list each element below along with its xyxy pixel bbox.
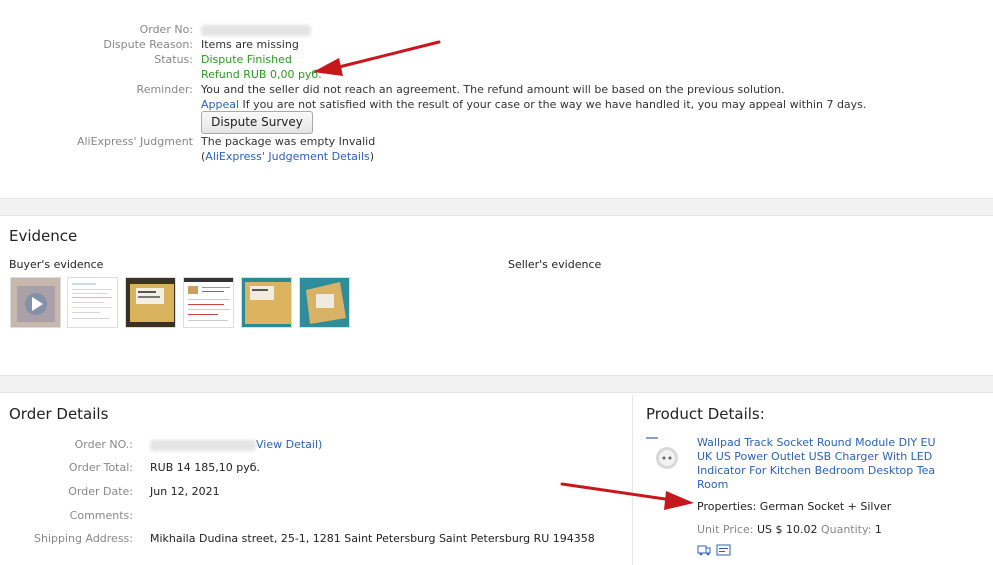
product-properties: Properties: German Socket + Silver: [697, 500, 891, 513]
dispute-reason-value: Items are missing: [201, 38, 299, 51]
buyer-evidence-package-photo-1[interactable]: [125, 277, 176, 328]
order-screenshot-icon: [184, 278, 233, 321]
evidence-title: Evidence: [9, 227, 78, 245]
socket-product-icon: [646, 437, 678, 469]
shipping-address-value: Mikhaila Dudina street, 25-1, 1281 Saint…: [150, 532, 595, 545]
judgment-details-link[interactable]: AliExpress' Judgement Details: [205, 150, 369, 163]
quantity-label: Quantity:: [817, 523, 875, 536]
dispute-reason-row: Dispute Reason: Items are missing: [0, 37, 993, 52]
buyer-evidence-package-photo-3[interactable]: [299, 277, 350, 328]
buyer-evidence-label: Buyer's evidence: [9, 258, 104, 271]
product-action-icons: [697, 543, 733, 557]
order-no-detail-value: View Detail): [150, 437, 322, 452]
view-detail-link[interactable]: View Detail): [256, 438, 322, 451]
buyer-evidence-package-photo-2[interactable]: [241, 277, 292, 328]
package-photo-icon: [300, 278, 349, 327]
judgment-row: AliExpress' Judgment The package was emp…: [0, 134, 993, 149]
properties-label: Properties:: [697, 500, 760, 513]
shipping-snapshot-icons: [697, 544, 731, 556]
seller-evidence-label: Seller's evidence: [508, 258, 602, 271]
product-thumbnail[interactable]: [646, 437, 688, 477]
appeal-line: Appeal If you are not satisfied with the…: [201, 97, 866, 112]
product-price-quantity: Unit Price: US $ 10.02 Quantity: 1: [697, 523, 882, 536]
order-no-detail-label: Order NO.:: [74, 438, 133, 451]
reminder-row: Reminder: You and the seller did not rea…: [0, 82, 993, 97]
status-row: Status: Dispute Finished: [0, 52, 993, 67]
comments-label: Comments:: [69, 509, 133, 522]
dispute-reason-label: Dispute Reason:: [103, 38, 193, 51]
paren-close: ): [369, 150, 375, 163]
package-photo-icon: [126, 278, 175, 327]
reminder-label: Reminder:: [136, 83, 193, 96]
section-divider: [0, 375, 993, 393]
judgment-text: The package was empty Invalid: [201, 135, 376, 148]
order-total-value: RUB 14 185,10 руб.: [150, 461, 260, 474]
shipping-address-label: Shipping Address:: [34, 532, 133, 545]
order-total-label: Order Total:: [68, 461, 133, 474]
document-screenshot-icon: [72, 283, 112, 319]
buyer-evidence-video-thumbnail[interactable]: [10, 277, 61, 328]
status-value: Dispute Finished: [201, 53, 292, 66]
product-title-link[interactable]: Wallpad Track Socket Round Module DIY EU…: [697, 436, 937, 492]
buyer-evidence-screenshot-2[interactable]: [183, 277, 234, 328]
properties-value: German Socket + Silver: [759, 500, 892, 513]
judgment-label: AliExpress' Judgment: [76, 135, 193, 148]
reminder-text: You and the seller did not reach an agre…: [201, 83, 785, 96]
order-date-label: Order Date:: [68, 485, 133, 498]
section-divider: [0, 198, 993, 216]
order-no-label: Order No:: [139, 23, 193, 36]
appeal-row: Appeal If you are not satisfied with the…: [0, 97, 993, 112]
refund-row: Refund RUB 0,00 руб.: [0, 67, 993, 82]
appeal-link[interactable]: Appeal: [201, 98, 239, 111]
judgment-details-row: (AliExpress' Judgement Details): [0, 149, 993, 164]
status-label: Status:: [154, 53, 193, 66]
appeal-text: If you are not satisfied with the result…: [239, 98, 867, 111]
package-photo-icon: [242, 278, 291, 327]
column-divider: [632, 395, 633, 565]
unit-price-value: US $ 10.02: [756, 523, 818, 536]
judgment-details: (AliExpress' Judgement Details): [201, 149, 374, 164]
order-no-row: Order No:: [0, 22, 993, 37]
order-date-value: Jun 12, 2021: [150, 485, 220, 498]
unit-price-label: Unit Price:: [697, 523, 757, 536]
product-details-title: Product Details:: [646, 405, 765, 423]
dispute-survey-button[interactable]: Dispute Survey: [201, 111, 313, 134]
video-play-icon: [11, 278, 60, 327]
quantity-value: 1: [874, 523, 882, 536]
refund-value: Refund RUB 0,00 руб.: [201, 68, 322, 81]
order-details-title: Order Details: [9, 405, 109, 423]
order-no-redacted: [201, 22, 311, 37]
shipping-icon: [697, 545, 711, 556]
snapshot-icon: [716, 544, 731, 556]
buyer-evidence-screenshot-1[interactable]: [67, 277, 118, 328]
